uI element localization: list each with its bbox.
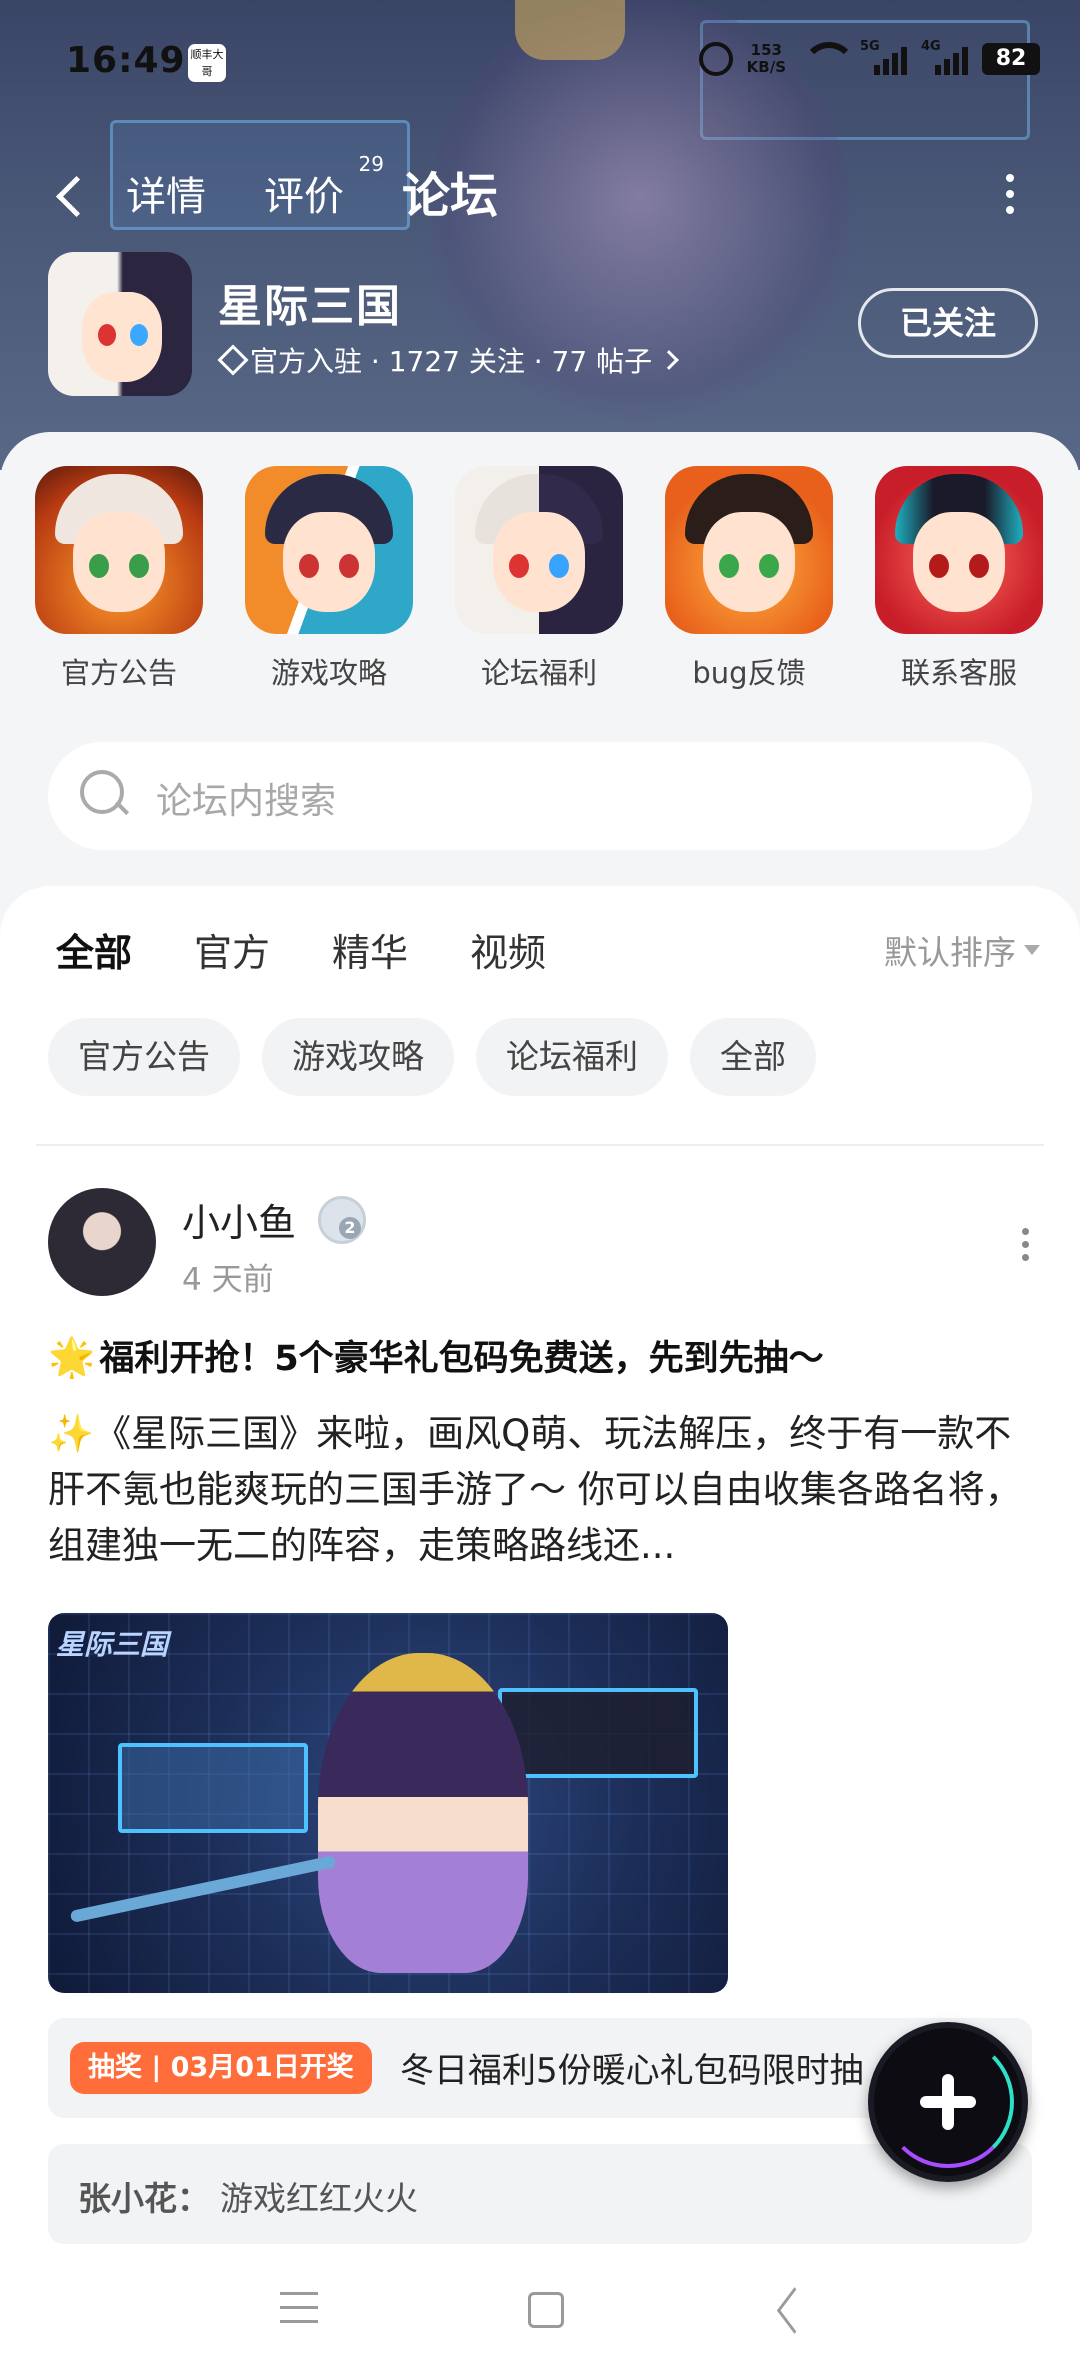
post-more-icon[interactable]	[1022, 1228, 1032, 1268]
alarm-icon	[698, 42, 733, 76]
category-bug-report-icon	[665, 466, 833, 634]
comment-preview[interactable]: 张小花： 游戏红红火火	[48, 2144, 1032, 2244]
post-image[interactable]: 星际三国	[48, 1613, 728, 1993]
feed-tab-video[interactable]: 视频	[470, 922, 546, 977]
lottery-badge: 抽奖 | 03月01日开奖	[70, 2042, 372, 2094]
category-label: 官方公告	[60, 656, 177, 690]
review-count-badge: 29	[358, 152, 384, 176]
sort-dropdown[interactable]: 默认排序	[884, 926, 1040, 974]
category-label: 联系客服	[900, 656, 1017, 690]
post-body-text: 《星际三国》来啦，画风Q萌、玩法解压，终于有一款不肝不氪也能爽玩的三国手游了～ …	[48, 1412, 1022, 1567]
back-icon[interactable]	[770, 2290, 806, 2330]
category-bug-report[interactable]: bug反馈	[664, 466, 834, 692]
follow-button[interactable]: 已关注	[858, 288, 1038, 358]
home-icon[interactable]	[528, 2292, 564, 2328]
net-speed-value: 153	[750, 41, 782, 59]
chip-game-guide[interactable]: 游戏攻略	[262, 1018, 454, 1096]
caret-down-icon	[1024, 945, 1040, 955]
post-time: 4 天前	[182, 1262, 274, 1298]
category-label: 游戏攻略	[270, 656, 387, 690]
user-level-number: 2	[339, 1217, 361, 1239]
app-badge-icon: 顺丰大哥	[188, 44, 226, 82]
chip-forum-welfare[interactable]: 论坛福利	[476, 1018, 668, 1096]
system-nav-bar	[0, 2256, 1080, 2376]
category-forum-welfare[interactable]: 论坛福利	[454, 466, 624, 692]
menu-icon[interactable]	[280, 2292, 318, 2328]
chip-official-notice[interactable]: 官方公告	[48, 1018, 240, 1096]
post-title-text: 福利开抢！5个豪华礼包码免费送，先到先抽～	[99, 1339, 824, 1379]
category-official-notice[interactable]: 官方公告	[34, 466, 204, 692]
lottery-text: 冬日福利5份暖心礼包码限时抽	[400, 2051, 864, 2091]
signal-4g-icon: 4G	[921, 39, 968, 75]
feed-tab-all[interactable]: 全部	[56, 922, 133, 979]
star-icon: 🌟	[48, 1335, 96, 1379]
forum-search-input[interactable]: 论坛内搜索	[48, 742, 1032, 850]
top-nav: 详情 评价 29 论坛	[0, 150, 1080, 240]
sparkle-icon: ✨	[48, 1412, 95, 1455]
category-game-guide-icon	[245, 466, 413, 634]
feed-tab-official[interactable]: 官方	[194, 922, 270, 977]
category-official-notice-icon	[35, 466, 203, 634]
new-post-button[interactable]	[868, 2022, 1028, 2182]
tab-forum-label: 论坛	[402, 168, 499, 224]
back-arrow-icon[interactable]	[50, 170, 90, 220]
comment-user: 张小花：	[78, 2179, 210, 2218]
category-contact-support[interactable]: 联系客服	[874, 466, 1044, 692]
post-body[interactable]: ✨《星际三国》来啦，画风Q萌、玩法解压，终于有一款不肝不氪也能爽玩的三国手游了～…	[48, 1406, 1032, 1574]
category-row: 官方公告 游戏攻略 论坛福利 bug反馈 联系客服	[0, 466, 1080, 706]
game-meta-text: 官方入驻 · 1727 关注 · 77 帖子	[250, 345, 653, 378]
game-meta[interactable]: 官方入驻 · 1727 关注 · 77 帖子	[218, 340, 679, 380]
game-info: 星际三国 官方入驻 · 1727 关注 · 77 帖子 已关注	[48, 252, 1038, 396]
avatar[interactable]	[48, 1188, 156, 1296]
feed-tab-all-label: 全部	[56, 931, 133, 975]
divider	[36, 1144, 1044, 1146]
category-contact-support-icon	[875, 466, 1043, 634]
post-title[interactable]: 🌟 福利开抢！5个豪华礼包码免费送，先到先抽～	[48, 1330, 1038, 1381]
status-bar: 16:49 顺丰大哥 153 KB/S 5G 4G 82	[0, 30, 1080, 100]
signal-5g-icon: 5G	[860, 39, 907, 75]
user-level-icon: 2	[318, 1196, 366, 1244]
tab-forum[interactable]: 论坛	[402, 156, 498, 226]
game-name: 星际三国	[218, 281, 402, 332]
search-icon	[80, 770, 130, 820]
comment-text: 游戏红红火火	[220, 2179, 418, 2218]
tab-review-label: 评价	[264, 174, 344, 220]
status-time: 16:49	[66, 40, 186, 81]
net-speed-unit: KB/S	[746, 58, 786, 76]
signal-5g-label: 5G	[860, 39, 880, 54]
wifi-icon	[800, 42, 856, 76]
more-options-icon[interactable]	[1006, 174, 1016, 214]
category-label: 论坛福利	[480, 656, 597, 690]
post-author[interactable]: 小小鱼	[182, 1192, 296, 1247]
category-forum-welfare-icon	[455, 466, 623, 634]
tab-detail[interactable]: 详情	[126, 164, 206, 222]
net-speed: 153 KB/S	[747, 42, 786, 76]
signal-4g-label: 4G	[921, 39, 941, 54]
plus-icon-vertical	[942, 2074, 954, 2130]
post-image-logo: 星际三国	[56, 1628, 169, 1661]
chip-all[interactable]: 全部	[690, 1018, 816, 1096]
search-placeholder: 论坛内搜索	[156, 781, 337, 822]
sort-label: 默认排序	[884, 933, 1016, 972]
diamond-icon	[218, 349, 244, 371]
tab-review[interactable]: 评价 29	[264, 152, 384, 222]
category-game-guide[interactable]: 游戏攻略	[244, 466, 414, 692]
chevron-right-icon	[659, 350, 679, 370]
filter-chips: 官方公告 游戏攻略 论坛福利 全部	[48, 1018, 816, 1096]
category-label: bug反馈	[692, 656, 806, 690]
game-icon[interactable]	[48, 252, 192, 396]
feed-tabs: 全部 官方 精华 视频	[56, 922, 546, 979]
battery-icon: 82	[982, 43, 1040, 75]
feed-tab-featured[interactable]: 精华	[332, 922, 408, 977]
